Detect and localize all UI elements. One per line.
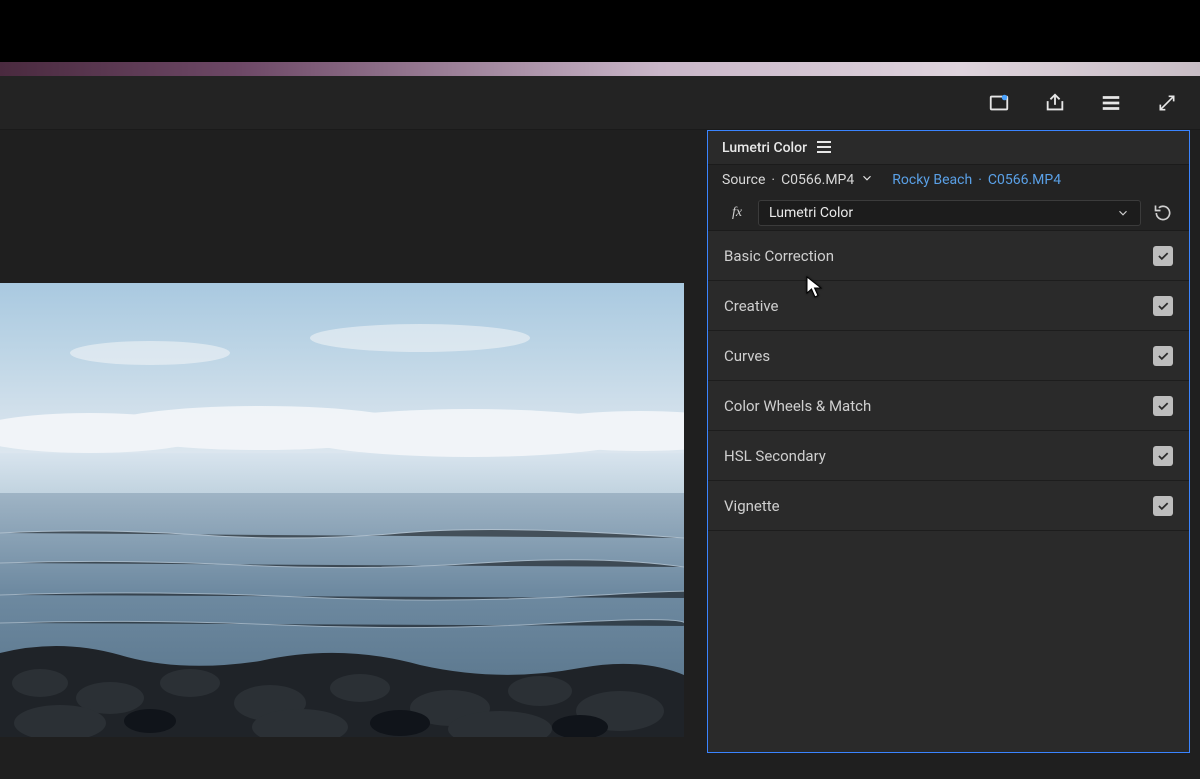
section-basic-correction[interactable]: Basic Correction [708,231,1189,281]
section-checkbox[interactable] [1153,396,1173,416]
lumetri-color-panel: Lumetri Color Source · C0566.MP4 Rocky B… [707,130,1190,753]
dot-separator-2: · [978,172,982,188]
section-label: Creative [724,297,779,315]
sections-list: Basic Correction Creative Curves Color Whee… [708,231,1189,531]
sequence-clip[interactable]: C0566.MP4 [988,172,1061,188]
app-stage: Lumetri Color Source · C0566.MP4 Rocky B… [0,0,1200,779]
fx-icon[interactable]: fx [726,205,748,221]
section-creative[interactable]: Creative [708,281,1189,331]
full-screen-toggle-icon[interactable] [988,92,1010,114]
source-prefix: Source [722,172,765,188]
section-curves[interactable]: Curves [708,331,1189,381]
program-monitor-preview [0,283,684,737]
section-checkbox[interactable] [1153,446,1173,466]
effect-dropdown[interactable]: Lumetri Color [758,200,1141,226]
section-label: HSL Secondary [724,447,826,465]
section-checkbox[interactable] [1153,296,1173,316]
source-breadcrumb: Source · C0566.MP4 Rocky Beach · C0566.M… [708,165,1189,195]
section-checkbox[interactable] [1153,496,1173,516]
section-hsl-secondary[interactable]: HSL Secondary [708,431,1189,481]
effect-row: fx Lumetri Color [708,195,1189,231]
export-icon[interactable] [1044,92,1066,114]
section-label: Vignette [724,497,780,515]
maximize-icon[interactable] [1156,92,1178,114]
panel-title: Lumetri Color [722,140,807,156]
panel-menu-icon[interactable] [1100,92,1122,114]
section-vignette[interactable]: Vignette [708,481,1189,531]
sequence-name[interactable]: Rocky Beach [892,172,972,188]
section-checkbox[interactable] [1153,246,1173,266]
chevron-down-icon[interactable] [860,171,874,189]
section-label: Basic Correction [724,247,834,265]
dot-separator: · [771,172,775,188]
section-color-wheels-match[interactable]: Color Wheels & Match [708,381,1189,431]
source-file: C0566.MP4 [781,172,854,188]
reset-icon[interactable] [1151,203,1175,223]
top-toolbar [0,76,1200,130]
window-accent-bar [0,62,1200,76]
panel-menu-small-icon[interactable] [817,138,831,157]
panel-header[interactable]: Lumetri Color [708,131,1189,165]
effect-dropdown-label: Lumetri Color [769,205,853,221]
section-label: Curves [724,347,770,365]
section-checkbox[interactable] [1153,346,1173,366]
section-label: Color Wheels & Match [724,397,871,415]
